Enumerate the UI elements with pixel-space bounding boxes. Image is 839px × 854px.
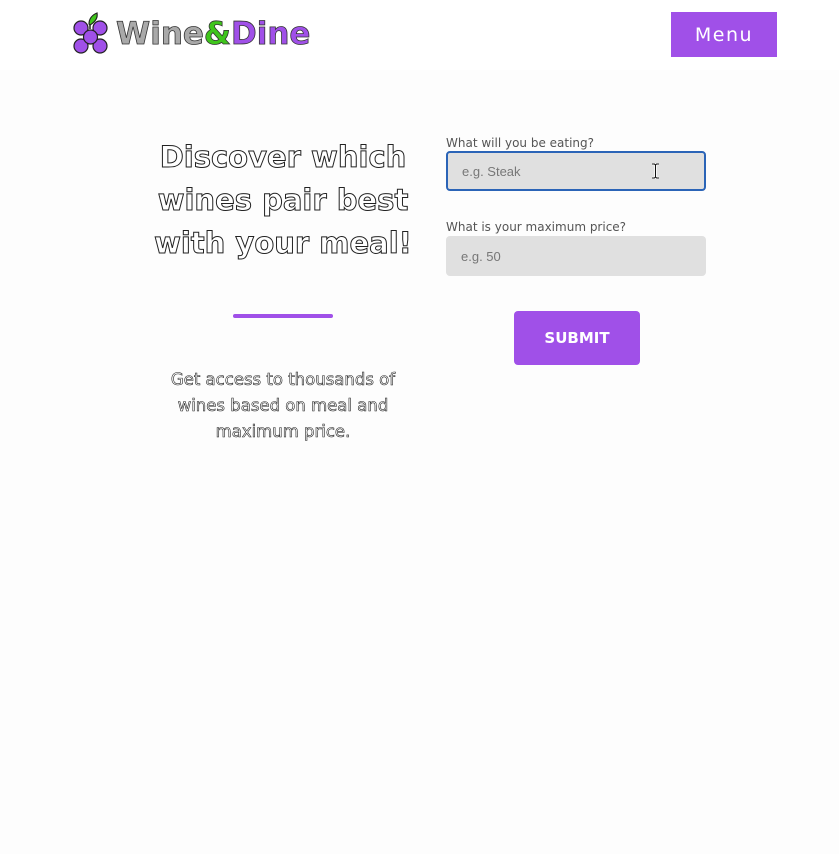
- logo-text-ampersand: &: [203, 16, 232, 53]
- submit-button[interactable]: SUBMIT: [514, 311, 640, 365]
- hero-subtext: Get access to thousands of wines based o…: [160, 367, 406, 445]
- logo-text-dine: Dine: [230, 16, 311, 53]
- grapes-icon: [73, 12, 108, 54]
- hero-headline: Discover which wines pair best with your…: [150, 136, 416, 265]
- hero-subtext-line: wines based on meal and: [177, 396, 389, 416]
- logo-text-wine: Wine: [116, 16, 205, 53]
- hero-subtext-line: Get access to thousands of: [170, 370, 396, 390]
- logo[interactable]: Wine&Dine: [72, 12, 311, 56]
- site-header: Wine&Dine Menu: [0, 0, 839, 70]
- food-field-label: What will you be eating?: [446, 136, 595, 150]
- hero-subtext-line: maximum price.: [215, 422, 351, 442]
- hero-headline-line: wines pair best: [157, 183, 409, 218]
- text-cursor-icon: [652, 163, 659, 179]
- price-input[interactable]: [446, 236, 706, 276]
- hero-headline-line: with your meal!: [154, 226, 413, 261]
- logo-text: Wine&Dine: [116, 12, 311, 56]
- price-field-label: What is your maximum price?: [446, 220, 627, 234]
- hero-divider: [233, 314, 333, 318]
- food-input[interactable]: [446, 151, 706, 191]
- hero-headline-line: Discover which: [159, 140, 407, 175]
- menu-button[interactable]: Menu: [671, 12, 777, 57]
